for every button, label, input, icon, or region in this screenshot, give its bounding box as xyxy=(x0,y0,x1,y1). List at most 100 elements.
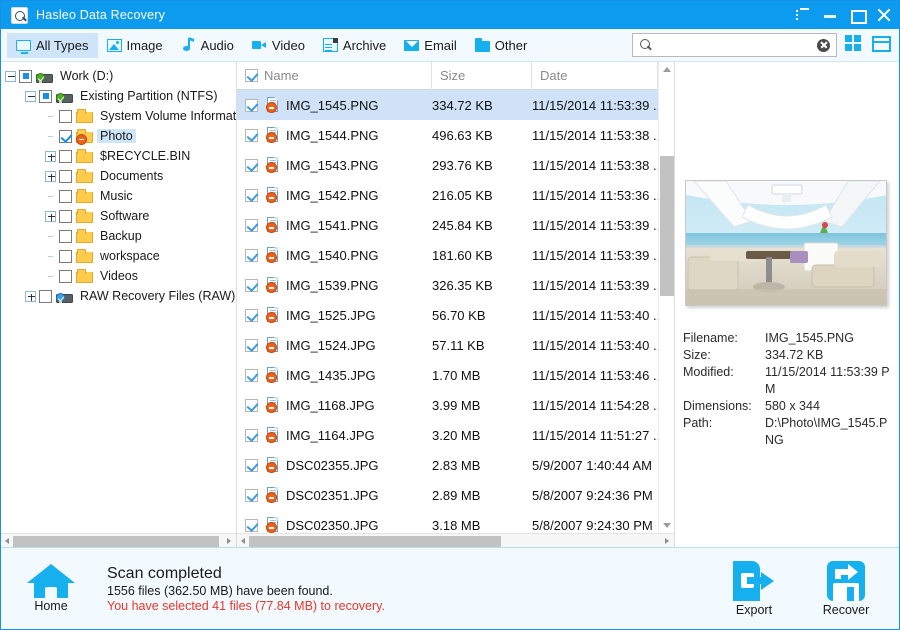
tab-image[interactable]: Image xyxy=(98,33,172,58)
maximize-icon[interactable] xyxy=(850,8,864,22)
scroll-right-arrow-icon[interactable] xyxy=(224,534,236,548)
tab-other[interactable]: Other xyxy=(466,33,537,58)
tree-item[interactable]: workspace xyxy=(5,246,236,266)
table-row[interactable]: DSC02350.JPG3.18 MB5/8/2007 9:24:30 PM xyxy=(237,510,658,533)
expand-icon[interactable] xyxy=(25,291,36,302)
tab-archive[interactable]: Archive xyxy=(314,33,395,58)
menu-icon[interactable] xyxy=(796,8,810,22)
row-checkbox[interactable] xyxy=(245,99,258,112)
column-header-size[interactable]: Size xyxy=(432,62,532,90)
row-checkbox[interactable] xyxy=(245,309,258,322)
tree-horizontal-scrollbar[interactable] xyxy=(1,533,236,547)
tree-item[interactable]: System Volume Informati xyxy=(5,106,236,126)
tree-item[interactable]: RAW Recovery Files (RAW) xyxy=(5,286,236,306)
close-icon[interactable] xyxy=(877,8,891,22)
table-row[interactable]: IMG_1168.JPG3.99 MB11/15/2014 11:54:28 .… xyxy=(237,390,658,420)
recover-button[interactable]: Recover xyxy=(815,561,877,617)
collapse-icon[interactable] xyxy=(25,91,36,102)
table-row[interactable]: IMG_1545.PNG334.72 KB11/15/2014 11:53:39… xyxy=(237,90,658,120)
tree-item[interactable]: Documents xyxy=(5,166,236,186)
tree-item[interactable]: Music xyxy=(5,186,236,206)
tree-item[interactable]: Backup xyxy=(5,226,236,246)
scroll-track[interactable] xyxy=(249,535,662,547)
row-checkbox[interactable] xyxy=(245,399,258,412)
minimize-icon[interactable] xyxy=(823,8,837,22)
tree-item-checkbox[interactable] xyxy=(59,110,72,123)
row-checkbox[interactable] xyxy=(245,249,258,262)
clear-icon[interactable] xyxy=(817,39,830,52)
expand-icon[interactable] xyxy=(45,151,56,162)
table-row[interactable]: IMG_1539.PNG326.35 KB11/15/2014 11:53:39… xyxy=(237,270,658,300)
row-checkbox[interactable] xyxy=(245,369,258,382)
row-checkbox[interactable] xyxy=(245,279,258,292)
scroll-left-arrow-icon[interactable] xyxy=(1,534,13,548)
export-button[interactable]: Export xyxy=(723,561,785,617)
tree-item[interactable]: Work (D:) xyxy=(5,66,236,86)
tree-item-checkbox[interactable] xyxy=(59,150,72,163)
tree-item-checkbox[interactable] xyxy=(59,170,72,183)
expand-icon[interactable] xyxy=(45,171,56,182)
file-rows[interactable]: IMG_1545.PNG334.72 KB11/15/2014 11:53:39… xyxy=(237,90,658,533)
search-input[interactable] xyxy=(653,38,817,52)
scroll-thumb[interactable] xyxy=(249,536,501,547)
table-row[interactable]: IMG_1435.JPG1.70 MB11/15/2014 11:53:46 .… xyxy=(237,360,658,390)
tree-item[interactable]: Existing Partition (NTFS) xyxy=(5,86,236,106)
scroll-right-arrow-icon[interactable] xyxy=(662,534,674,548)
directory-tree[interactable]: Work (D:)Existing Partition (NTFS)System… xyxy=(1,62,236,533)
scroll-track[interactable] xyxy=(13,535,224,547)
table-row[interactable]: DSC02351.JPG2.89 MB5/8/2007 9:24:36 PM xyxy=(237,480,658,510)
tab-audio[interactable]: Audio xyxy=(172,33,243,58)
tree-item-checkbox[interactable] xyxy=(59,250,72,263)
row-checkbox[interactable] xyxy=(245,129,258,142)
expand-icon[interactable] xyxy=(45,211,56,222)
row-checkbox[interactable] xyxy=(245,189,258,202)
home-button[interactable]: Home xyxy=(15,564,87,613)
search-box[interactable] xyxy=(632,33,837,57)
row-checkbox[interactable] xyxy=(245,219,258,232)
table-row[interactable]: IMG_1540.PNG181.60 KB11/15/2014 11:53:39… xyxy=(237,240,658,270)
tree-item-checkbox[interactable] xyxy=(59,130,72,143)
tab-all-types[interactable]: All Types xyxy=(7,33,98,58)
tree-item[interactable]: Videos xyxy=(5,266,236,286)
table-row[interactable]: DSC02355.JPG2.83 MB5/9/2007 1:40:44 AM xyxy=(237,450,658,480)
collapse-icon[interactable] xyxy=(5,71,16,82)
row-checkbox[interactable] xyxy=(245,489,258,502)
select-all-checkbox[interactable] xyxy=(245,69,258,82)
tree-item[interactable]: Software xyxy=(5,206,236,226)
tree-item[interactable]: Photo xyxy=(5,126,236,146)
table-row[interactable]: IMG_1164.JPG3.20 MB11/15/2014 11:51:27 .… xyxy=(237,420,658,450)
tree-item[interactable]: $RECYCLE.BIN xyxy=(5,146,236,166)
scroll-down-arrow-icon[interactable] xyxy=(659,517,675,533)
tree-item-checkbox[interactable] xyxy=(59,230,72,243)
scroll-thumb[interactable] xyxy=(13,536,219,547)
tree-item-checkbox[interactable] xyxy=(39,90,52,103)
column-header-date[interactable]: Date xyxy=(532,62,658,90)
table-row[interactable]: IMG_1544.PNG496.63 KB11/15/2014 11:53:38… xyxy=(237,120,658,150)
pane-icon[interactable] xyxy=(872,36,891,52)
column-header-name[interactable]: Name xyxy=(237,62,432,90)
row-checkbox[interactable] xyxy=(245,459,258,472)
row-checkbox[interactable] xyxy=(245,159,258,172)
tree-item-checkbox[interactable] xyxy=(59,190,72,203)
table-row[interactable]: IMG_1543.PNG293.76 KB11/15/2014 11:53:38… xyxy=(237,150,658,180)
grid-icon[interactable] xyxy=(844,33,863,52)
table-row[interactable]: IMG_1542.PNG216.05 KB11/15/2014 11:53:36… xyxy=(237,180,658,210)
tab-email[interactable]: Email xyxy=(395,33,466,58)
scroll-thumb[interactable] xyxy=(660,156,674,296)
tree-item-checkbox[interactable] xyxy=(59,270,72,283)
table-row[interactable]: IMG_1524.JPG57.11 KB11/15/2014 11:53:40 … xyxy=(237,330,658,360)
scroll-track[interactable] xyxy=(660,78,674,517)
file-list-horizontal-scrollbar[interactable] xyxy=(237,533,674,547)
scroll-up-arrow-icon[interactable] xyxy=(659,62,675,78)
tab-video[interactable]: Video xyxy=(243,33,314,58)
tree-item-checkbox[interactable] xyxy=(59,210,72,223)
tree-item-checkbox[interactable] xyxy=(39,290,52,303)
file-list-vertical-scrollbar[interactable] xyxy=(658,62,674,533)
row-checkbox[interactable] xyxy=(245,429,258,442)
table-row[interactable]: IMG_1541.PNG245.84 KB11/15/2014 11:53:39… xyxy=(237,210,658,240)
tree-item-checkbox[interactable] xyxy=(19,70,32,83)
scroll-left-arrow-icon[interactable] xyxy=(237,534,249,548)
row-checkbox[interactable] xyxy=(245,339,258,352)
row-checkbox[interactable] xyxy=(245,519,258,532)
table-row[interactable]: IMG_1525.JPG56.70 KB11/15/2014 11:53:40 … xyxy=(237,300,658,330)
